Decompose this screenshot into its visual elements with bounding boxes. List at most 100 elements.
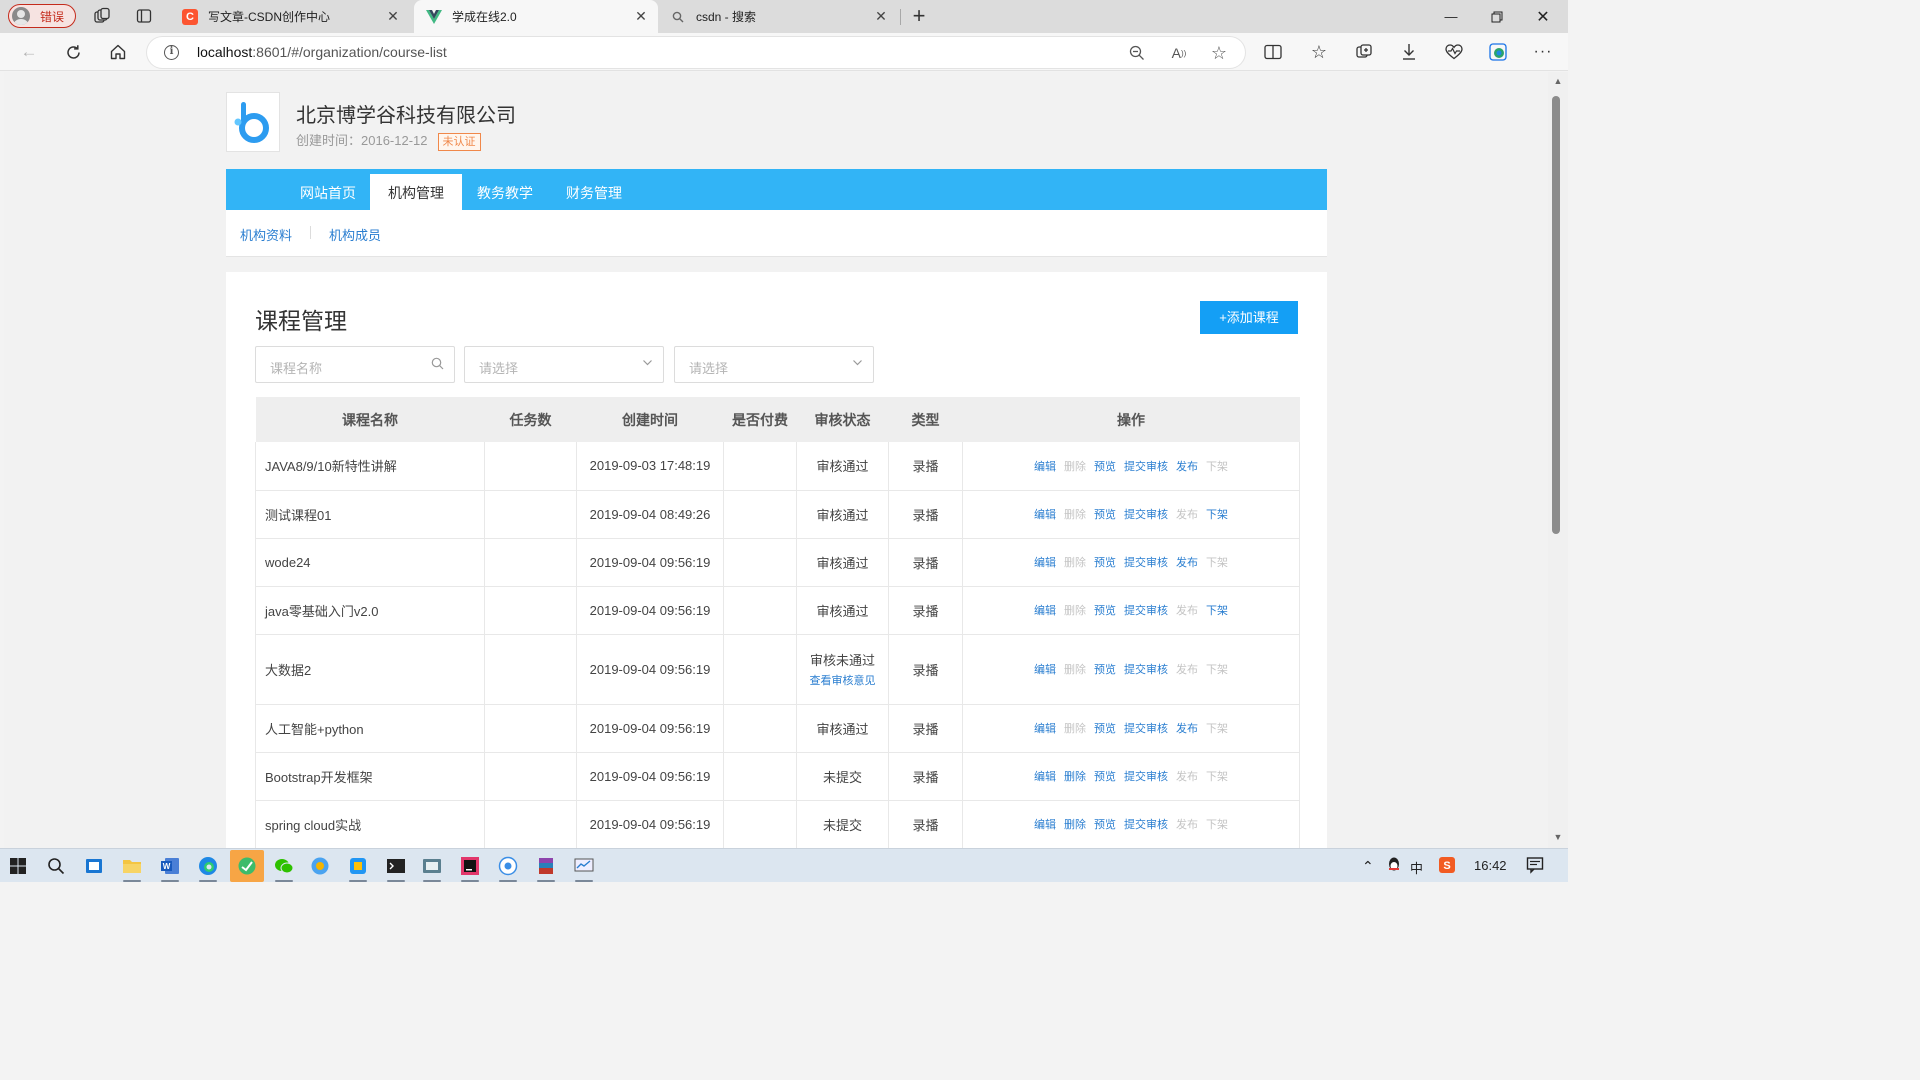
- wechat-icon[interactable]: [272, 854, 296, 878]
- submenu-org-members[interactable]: 机构成员: [329, 225, 381, 244]
- close-window-icon[interactable]: ✕: [1520, 0, 1566, 33]
- publish-link[interactable]: 发布: [1176, 506, 1198, 522]
- edit-link[interactable]: 编辑: [1034, 506, 1056, 522]
- collections-icon[interactable]: [1353, 41, 1375, 63]
- preview-link[interactable]: 预览: [1094, 816, 1116, 832]
- favorites-icon[interactable]: ☆: [1308, 41, 1330, 63]
- windows-start-icon[interactable]: [6, 854, 30, 878]
- delete-link[interactable]: 删除: [1064, 816, 1086, 832]
- submit-audit-link[interactable]: 提交审核: [1124, 554, 1168, 570]
- menu-item-teaching[interactable]: 教务教学: [459, 174, 551, 210]
- home-icon[interactable]: [107, 41, 129, 63]
- edit-link[interactable]: 编辑: [1034, 554, 1056, 570]
- minimize-icon[interactable]: —: [1428, 0, 1474, 33]
- cloud-app-icon[interactable]: [496, 854, 520, 878]
- offline-link[interactable]: 下架: [1206, 768, 1228, 784]
- notification-icon[interactable]: [1526, 856, 1544, 877]
- menu-item-org-management[interactable]: 机构管理: [370, 174, 462, 210]
- page-scrollbar[interactable]: ▲ ▼: [1548, 72, 1568, 848]
- tab-xuecheng[interactable]: 学成在线2.0 ✕: [414, 0, 658, 33]
- scroll-up-icon[interactable]: ▲: [1552, 76, 1564, 88]
- scrollbar-thumb[interactable]: [1552, 96, 1560, 534]
- publish-link[interactable]: 发布: [1176, 554, 1198, 570]
- workspaces-icon[interactable]: [92, 6, 112, 26]
- green-app-icon[interactable]: [230, 850, 264, 882]
- back-icon[interactable]: ←: [18, 41, 40, 63]
- terminal-icon[interactable]: [384, 854, 408, 878]
- view-audit-opinion-link[interactable]: 查看审核意见: [797, 672, 888, 688]
- preview-link[interactable]: 预览: [1094, 458, 1116, 474]
- submit-audit-link[interactable]: 提交审核: [1124, 816, 1168, 832]
- edit-link[interactable]: 编辑: [1034, 816, 1056, 832]
- search-icon[interactable]: [44, 854, 68, 878]
- close-icon[interactable]: ✕: [630, 8, 652, 25]
- app-window-icon[interactable]: [420, 854, 444, 878]
- close-icon[interactable]: ✕: [870, 8, 892, 25]
- offline-link[interactable]: 下架: [1206, 816, 1228, 832]
- address-bar[interactable]: i localhost:8601/#/organization/course-l…: [147, 37, 1245, 68]
- preview-link[interactable]: 预览: [1094, 720, 1116, 736]
- browser-app-icon[interactable]: [308, 854, 332, 878]
- preview-link[interactable]: 预览: [1094, 768, 1116, 784]
- offline-link[interactable]: 下架: [1206, 554, 1228, 570]
- preview-link[interactable]: 预览: [1094, 554, 1116, 570]
- restore-icon[interactable]: [1474, 0, 1520, 33]
- tray-expand-icon[interactable]: ⌃: [1362, 858, 1374, 875]
- submenu-org-info[interactable]: 机构资料: [240, 225, 292, 244]
- submit-audit-link[interactable]: 提交审核: [1124, 602, 1168, 618]
- publish-link[interactable]: 发布: [1176, 458, 1198, 474]
- preview-link[interactable]: 预览: [1094, 506, 1116, 522]
- offline-link[interactable]: 下架: [1206, 458, 1228, 474]
- add-course-button[interactable]: +添加课程: [1200, 301, 1298, 334]
- tab-csdn-write[interactable]: C 写文章-CSDN创作中心 ✕: [170, 0, 410, 33]
- delete-link[interactable]: 删除: [1064, 720, 1086, 736]
- read-aloud-icon[interactable]: A)): [1169, 43, 1189, 63]
- preview-link[interactable]: 预览: [1094, 661, 1116, 677]
- download-icon[interactable]: [1398, 41, 1420, 63]
- delete-link[interactable]: 删除: [1064, 661, 1086, 677]
- word-icon[interactable]: W: [158, 854, 182, 878]
- publish-link[interactable]: 发布: [1176, 768, 1198, 784]
- edge-copilot-icon[interactable]: [1487, 41, 1509, 63]
- submit-audit-link[interactable]: 提交审核: [1124, 458, 1168, 474]
- delete-link[interactable]: 删除: [1064, 768, 1086, 784]
- offline-link[interactable]: 下架: [1206, 506, 1228, 522]
- delete-link[interactable]: 删除: [1064, 602, 1086, 618]
- edit-link[interactable]: 编辑: [1034, 768, 1056, 784]
- close-icon[interactable]: ✕: [382, 8, 404, 25]
- search-icon[interactable]: [431, 357, 444, 373]
- zoom-icon[interactable]: [1127, 43, 1147, 63]
- favorite-star-icon[interactable]: ☆: [1209, 43, 1229, 63]
- tab-csdn-search[interactable]: csdn - 搜索 ✕: [658, 0, 898, 33]
- tab-actions-icon[interactable]: [134, 6, 154, 26]
- site-info-icon[interactable]: i: [164, 45, 179, 60]
- split-screen-icon[interactable]: [1262, 41, 1284, 63]
- sogou-tray-icon[interactable]: S: [1438, 856, 1456, 877]
- submit-audit-link[interactable]: 提交审核: [1124, 768, 1168, 784]
- more-menu-icon[interactable]: ···: [1532, 41, 1554, 63]
- edit-link[interactable]: 编辑: [1034, 661, 1056, 677]
- delete-link[interactable]: 删除: [1064, 458, 1086, 474]
- menu-item-finance[interactable]: 财务管理: [548, 174, 640, 210]
- submit-audit-link[interactable]: 提交审核: [1124, 720, 1168, 736]
- clock[interactable]: 16:42: [1474, 858, 1507, 873]
- new-tab-icon[interactable]: +: [909, 3, 929, 28]
- offline-link[interactable]: 下架: [1206, 720, 1228, 736]
- delete-link[interactable]: 删除: [1064, 506, 1086, 522]
- publish-link[interactable]: 发布: [1176, 720, 1198, 736]
- ime-indicator[interactable]: 中: [1410, 858, 1423, 877]
- publish-link[interactable]: 发布: [1176, 816, 1198, 832]
- edit-link[interactable]: 编辑: [1034, 720, 1056, 736]
- task-view-icon[interactable]: [82, 854, 106, 878]
- publish-link[interactable]: 发布: [1176, 661, 1198, 677]
- preview-link[interactable]: 预览: [1094, 602, 1116, 618]
- monitor-app-icon[interactable]: [572, 854, 596, 878]
- performance-heart-icon[interactable]: [1443, 41, 1465, 63]
- winrar-icon[interactable]: [534, 854, 558, 878]
- filter-select-2[interactable]: 请选择: [674, 346, 874, 383]
- scroll-down-icon[interactable]: ▼: [1552, 832, 1564, 844]
- edit-link[interactable]: 编辑: [1034, 458, 1056, 474]
- refresh-icon[interactable]: [62, 41, 84, 63]
- edge-icon[interactable]: [196, 854, 220, 878]
- edit-link[interactable]: 编辑: [1034, 602, 1056, 618]
